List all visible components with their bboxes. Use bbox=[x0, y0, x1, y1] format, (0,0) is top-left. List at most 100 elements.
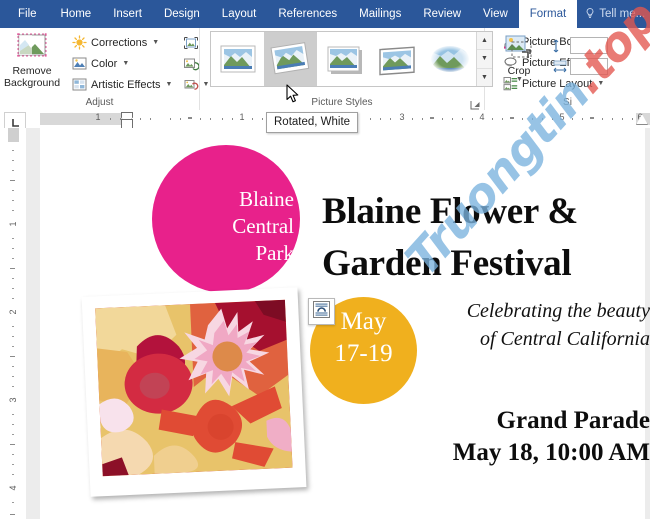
flyer-subtitle-line2: of Central California bbox=[322, 325, 650, 353]
crop-icon bbox=[502, 33, 536, 63]
mouse-cursor-icon bbox=[286, 84, 299, 103]
tab-references[interactable]: References bbox=[267, 0, 348, 28]
corrections-icon bbox=[72, 35, 87, 50]
vertical-ruler-margin bbox=[8, 128, 19, 142]
flyer-parade-block[interactable]: Grand Parade May 18, 10:00 AM bbox=[322, 405, 650, 469]
tab-home-label: Home bbox=[61, 8, 92, 20]
shape-height-input[interactable] bbox=[570, 37, 608, 54]
tab-format[interactable]: Format bbox=[519, 0, 577, 28]
tell-me-box[interactable]: Tell me... bbox=[577, 0, 650, 28]
tab-layout[interactable]: Layout bbox=[211, 0, 268, 28]
flyer-parade-line2: May 18, 10:00 AM bbox=[322, 437, 650, 469]
tab-file[interactable]: File bbox=[0, 0, 50, 28]
tab-review[interactable]: Review bbox=[412, 0, 472, 28]
tab-view-label: View bbox=[483, 8, 508, 20]
vruler-tick-2: 2 bbox=[8, 309, 18, 314]
compress-pictures-icon bbox=[183, 35, 199, 51]
remove-background-label: Remove Background bbox=[4, 65, 60, 89]
tab-design-label: Design bbox=[164, 8, 200, 20]
ribbon-group-adjust: Remove Background Corrections ▼ Color bbox=[0, 28, 200, 110]
size-fields bbox=[549, 31, 611, 77]
chevron-down-icon[interactable]: ▼ bbox=[152, 39, 159, 46]
shape-width-icon bbox=[552, 59, 568, 75]
ruler-tick-4: 4 bbox=[479, 112, 484, 122]
tab-references-label: References bbox=[278, 8, 337, 20]
color-button[interactable]: Color ▼ bbox=[68, 53, 176, 74]
remove-background-icon bbox=[15, 33, 49, 63]
chevron-down-icon[interactable]: ▼ bbox=[122, 60, 129, 67]
flyer-title-line1: Blaine Flower & bbox=[322, 186, 650, 238]
tab-view[interactable]: View bbox=[472, 0, 519, 28]
ribbon-group-picture-styles: ▲ ▼ ▼ Picture Border ▼ Pictur bbox=[200, 28, 485, 110]
shape-height-field[interactable] bbox=[549, 35, 611, 56]
layout-options-button[interactable] bbox=[308, 298, 335, 325]
tell-me-label: Tell me... bbox=[599, 8, 645, 20]
tab-design[interactable]: Design bbox=[153, 0, 211, 28]
flyer-title[interactable]: Blaine Flower & Garden Festival bbox=[322, 186, 650, 290]
color-label: Color bbox=[91, 58, 117, 70]
ruler-left-margin bbox=[40, 113, 126, 125]
flyer-title-line2: Garden Festival bbox=[322, 238, 650, 290]
flyer-parade-line1: Grand Parade bbox=[322, 405, 650, 437]
corrections-button[interactable]: Corrections ▼ bbox=[68, 32, 176, 53]
vruler-tick-1: 1 bbox=[8, 221, 18, 226]
style-tooltip: Rotated, White bbox=[266, 112, 358, 133]
tab-home[interactable]: Home bbox=[50, 0, 103, 28]
tab-mailings[interactable]: Mailings bbox=[348, 0, 412, 28]
artistic-effects-button[interactable]: Artistic Effects ▼ bbox=[68, 74, 176, 95]
picture-style-rotated-white[interactable] bbox=[264, 32, 317, 86]
ribbon-group-size: Crop ▼ Si bbox=[485, 28, 650, 110]
flower-photo-frame[interactable] bbox=[82, 287, 307, 497]
tab-mailings-label: Mailings bbox=[359, 8, 401, 20]
ribbon-tab-bar: File Home Insert Design Layout Reference… bbox=[0, 0, 650, 28]
crop-button[interactable]: Crop ▼ bbox=[495, 31, 543, 83]
style-tooltip-text: Rotated, White bbox=[274, 116, 350, 128]
picture-style-beveled-matte-white[interactable] bbox=[370, 32, 423, 86]
picture-style-simple-frame-white[interactable] bbox=[211, 32, 264, 86]
shape-height-icon bbox=[552, 38, 568, 54]
shape-width-field[interactable] bbox=[549, 56, 611, 77]
picture-styles-dialog-launcher[interactable] bbox=[470, 98, 481, 109]
corrections-label: Corrections bbox=[91, 37, 147, 49]
picture-style-drop-shadow-rectangle[interactable] bbox=[317, 32, 370, 86]
artistic-effects-label: Artistic Effects bbox=[91, 79, 160, 91]
ruler-tick-5: 5 bbox=[559, 112, 564, 122]
picture-style-soft-edge-oval[interactable] bbox=[423, 32, 476, 86]
tab-review-label: Review bbox=[423, 8, 461, 20]
layout-options-icon bbox=[313, 301, 330, 323]
flyer-subtitle-line1: Celebrating the beauty bbox=[322, 297, 650, 325]
picture-styles-gallery[interactable]: ▲ ▼ ▼ bbox=[210, 31, 493, 87]
shape-width-input[interactable] bbox=[570, 58, 608, 75]
chevron-down-icon[interactable]: ▼ bbox=[516, 76, 523, 83]
pink-text-line1: Blaine bbox=[152, 186, 294, 213]
reset-picture-icon bbox=[183, 77, 199, 93]
ruler-tick-1b: 1 bbox=[239, 112, 244, 122]
tab-insert-label: Insert bbox=[113, 8, 142, 20]
pink-text-line2: Central bbox=[152, 213, 294, 240]
color-icon bbox=[72, 56, 87, 71]
artistic-effects-icon bbox=[72, 77, 87, 92]
flyer-subtitle[interactable]: Celebrating the beauty of Central Califo… bbox=[322, 297, 650, 353]
ribbon-panel: Remove Background Corrections ▼ Color bbox=[0, 28, 650, 111]
change-picture-icon bbox=[183, 56, 199, 72]
remove-background-button[interactable]: Remove Background bbox=[4, 31, 60, 89]
vruler-tick-3: 3 bbox=[8, 397, 18, 402]
ruler-tick-1a: 1 bbox=[95, 112, 100, 122]
pink-text-line3: Park bbox=[152, 240, 294, 267]
lightbulb-icon bbox=[585, 8, 595, 20]
flower-photo-image bbox=[95, 300, 292, 476]
picture-styles-group-label: Picture Styles bbox=[200, 96, 484, 110]
chevron-down-icon[interactable]: ▼ bbox=[166, 81, 173, 88]
vertical-ruler[interactable]: 1 2 3 4 bbox=[0, 128, 26, 519]
size-group-label: Si bbox=[485, 96, 650, 110]
tab-insert[interactable]: Insert bbox=[102, 0, 153, 28]
adjust-command-list: Corrections ▼ Color ▼ Artistic Effects ▼ bbox=[68, 31, 176, 95]
vruler-tick-4: 4 bbox=[8, 485, 18, 490]
pink-circle-text[interactable]: Blaine Central Park bbox=[152, 186, 294, 267]
ruler-tick-3: 3 bbox=[399, 112, 404, 122]
page-gutter-left bbox=[26, 128, 40, 519]
tab-layout-label: Layout bbox=[222, 8, 257, 20]
adjust-group-label: Adjust bbox=[0, 96, 199, 110]
tab-file-label: File bbox=[18, 8, 37, 20]
tab-format-label: Format bbox=[530, 8, 566, 20]
